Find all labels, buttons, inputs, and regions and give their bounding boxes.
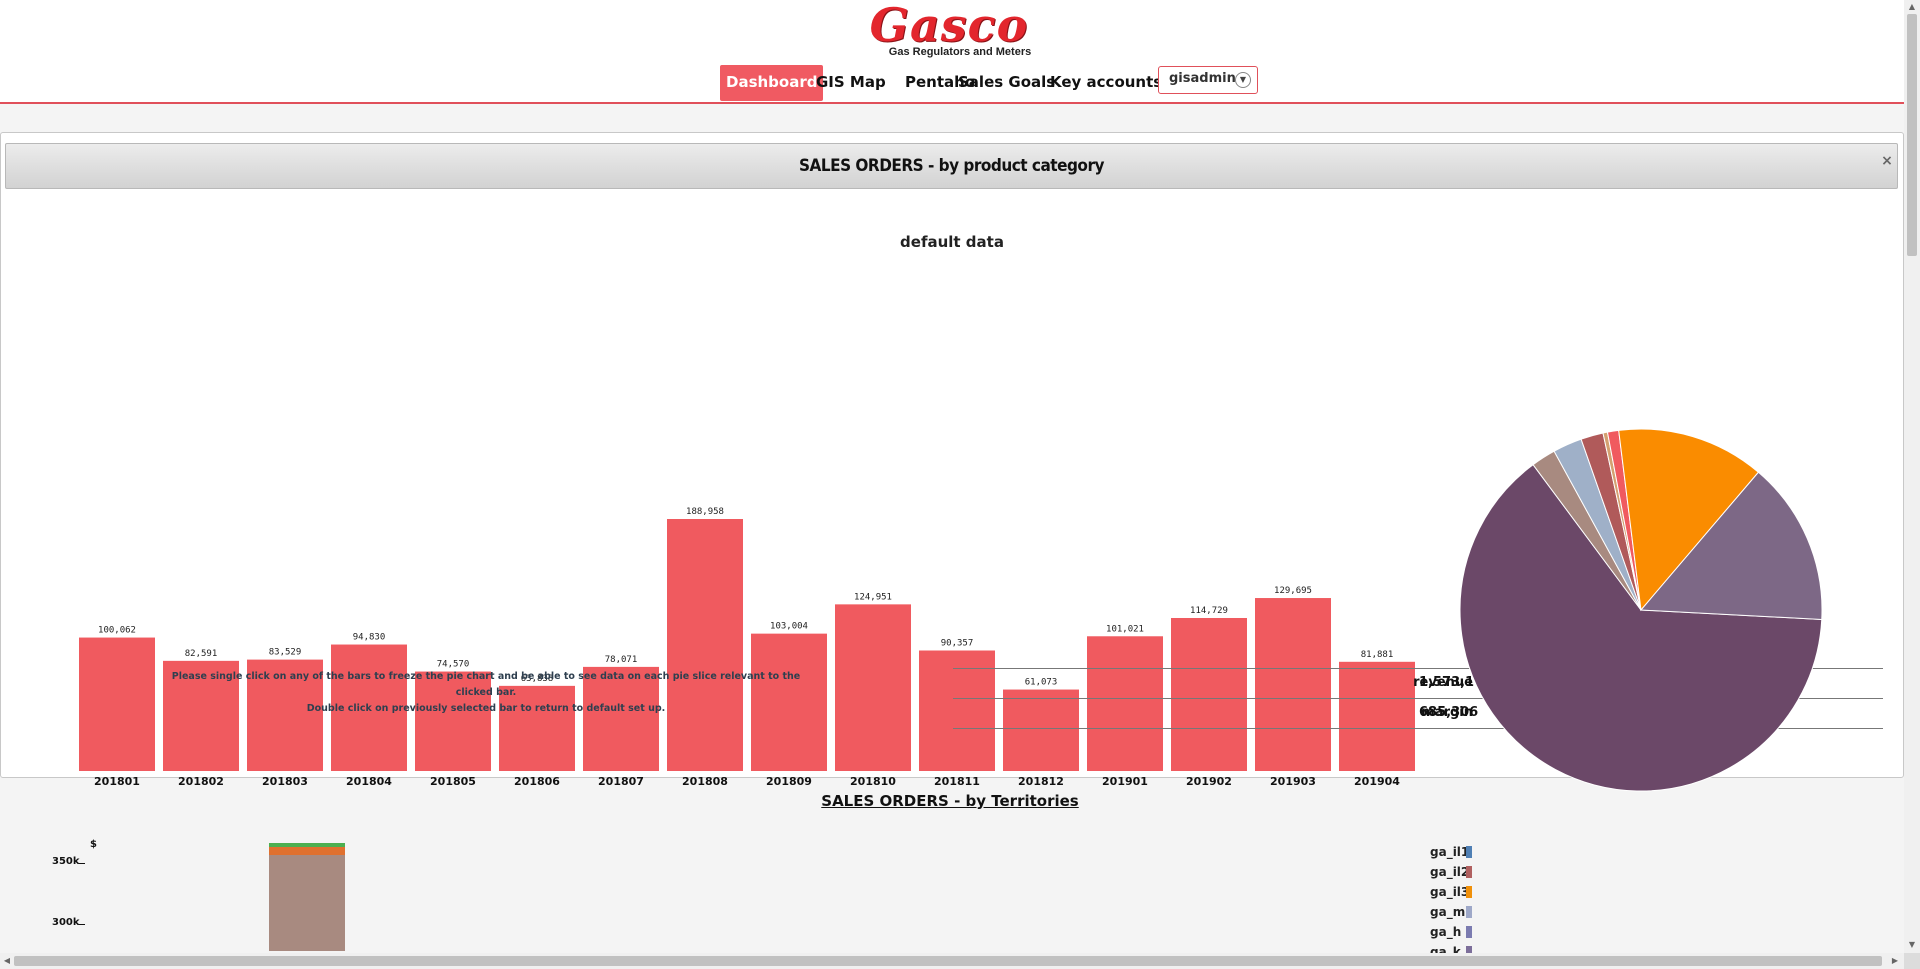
stack-segment [269,847,345,855]
bar-chart: 100,062 201801 82,591 201802 83,529 201803 94,… [79,507,1415,788]
bar-value-label: 188,958 [686,507,724,517]
top-header: Gasco Gas Regulators and Meters Dashboar… [0,0,1904,104]
panel-title: SALES ORDERS - by product category [799,156,1104,176]
territory-legend-item[interactable]: ga_il1 [1430,845,1472,859]
territories-legend: ga_il1 ga_il2 ga_il3 ga_mi ga_h ga_k [1430,843,1490,953]
vertical-scrollbar[interactable]: ▲ ▼ [1904,0,1920,954]
gasco-logo[interactable]: Gasco Gas Regulators and Meters [850,0,1050,60]
logo-wordmark: Gasco [869,0,1029,52]
bar-value-label: 82,591 [185,649,218,659]
territory-legend-swatch [1466,846,1472,858]
nav-gis-map[interactable]: GIS Map [816,65,886,101]
territory-legend-swatch [1466,886,1472,898]
x-tick-label: 201810 [850,775,896,788]
user-dropdown[interactable]: gisadmin ▼ [1158,66,1258,94]
x-tick-label: 201812 [1018,775,1064,788]
bar-value-label: 78,071 [605,655,638,665]
x-tick-label: 201807 [598,775,644,788]
territory-legend-label: ga_il2 [1430,865,1470,879]
bar-value-label: 100,062 [98,626,136,636]
stack-segment [269,855,345,951]
scroll-right-icon[interactable]: ▶ [1890,956,1900,966]
territories-title: SALES ORDERS - by Territories [821,792,1079,810]
scroll-left-icon[interactable]: ◀ [2,956,12,966]
x-tick-label: 201803 [262,775,308,788]
bar-201801[interactable] [79,637,155,771]
scrollbar-corner [1904,953,1920,969]
territory-legend-item[interactable]: ga_il2 [1430,865,1472,879]
legend-swatch [959,708,974,723]
bar-value-label: 90,357 [941,638,974,648]
territory-legend-item[interactable]: ga_mi [1430,905,1472,919]
pie-chart [1459,428,1823,792]
scroll-up-icon[interactable]: ▲ [1907,2,1917,12]
y-tick-label: 350k [52,856,80,867]
bar-value-label: 103,004 [770,622,808,632]
x-tick-label: 201901 [1102,775,1148,788]
x-tick-label: 201902 [1186,775,1232,788]
bar-201808[interactable] [667,519,743,771]
panel-header: SALES ORDERS - by product category × [5,143,1898,189]
territory-legend-label: ga_il1 [1430,845,1470,859]
x-tick-label: 201801 [94,775,140,788]
y-axis-unit: $ [90,839,97,850]
chart-hint: Please single click on any of the bars t… [161,669,811,717]
territory-legend-item[interactable]: ga_h [1430,925,1472,939]
bar-value-label: 114,729 [1190,606,1228,616]
vertical-scroll-thumb[interactable] [1907,14,1917,256]
x-tick-label: 201805 [430,775,476,788]
x-tick-label: 201903 [1270,775,1316,788]
scroll-down-icon[interactable]: ▼ [1907,940,1917,950]
y-tick-label: 300k [52,917,80,928]
logo-tagline: Gas Regulators and Meters [888,46,1032,58]
x-tick-label: 201811 [934,775,980,788]
x-tick-label: 201809 [766,775,812,788]
territory-legend-item[interactable]: ga_il3 [1430,885,1472,899]
y-tick-mark [79,924,85,925]
user-name: gisadmin [1169,71,1236,86]
nav-key-accounts[interactable]: Key accounts [1050,65,1162,101]
nav-sales-goals[interactable]: Sales Goals [958,65,1055,101]
bar-value-label: 101,021 [1106,624,1144,634]
bar-201810[interactable] [835,604,911,771]
x-tick-label: 201808 [682,775,728,788]
close-icon[interactable]: × [1878,152,1896,170]
x-tick-label: 201804 [346,775,392,788]
territory-legend-label: ga_h [1430,925,1462,939]
territory-legend-label: ga_k [1430,945,1461,953]
nav-dashboard[interactable]: Dashboard [720,65,824,101]
horizontal-scroll-thumb[interactable] [14,956,1882,966]
chart-title: default data [900,233,1004,251]
bar-value-label: 129,695 [1274,586,1312,596]
horizontal-scrollbar[interactable]: ◀ ▶ [0,953,1904,969]
chevron-down-icon: ▼ [1235,72,1251,88]
bar-value-label: 94,830 [353,633,386,643]
territory-legend-swatch [1466,926,1472,938]
legend-swatch [959,678,974,693]
territory-legend-label: ga_il3 [1430,885,1470,899]
bar-value-label: 124,951 [854,592,892,602]
y-tick-mark [79,863,85,864]
x-tick-label: 201904 [1354,775,1400,788]
territory-legend-swatch [1466,946,1472,953]
x-tick-label: 201802 [178,775,224,788]
hint-line-1: Please single click on any of the bars t… [171,671,801,698]
bar-value-label: 81,881 [1361,650,1394,660]
territory-legend-swatch [1466,866,1472,878]
bar-value-label: 83,529 [269,648,302,658]
territory-legend-item[interactable]: ga_k [1430,945,1472,953]
x-tick-label: 201806 [514,775,560,788]
hint-line-2: Double click on previously selected bar … [306,703,666,714]
territory-stacked-bar[interactable] [269,843,345,951]
product-category-panel: SALES ORDERS - by product category × def… [0,132,1904,792]
territory-legend-label: ga_mi [1430,905,1470,919]
territory-legend-swatch [1466,906,1472,918]
